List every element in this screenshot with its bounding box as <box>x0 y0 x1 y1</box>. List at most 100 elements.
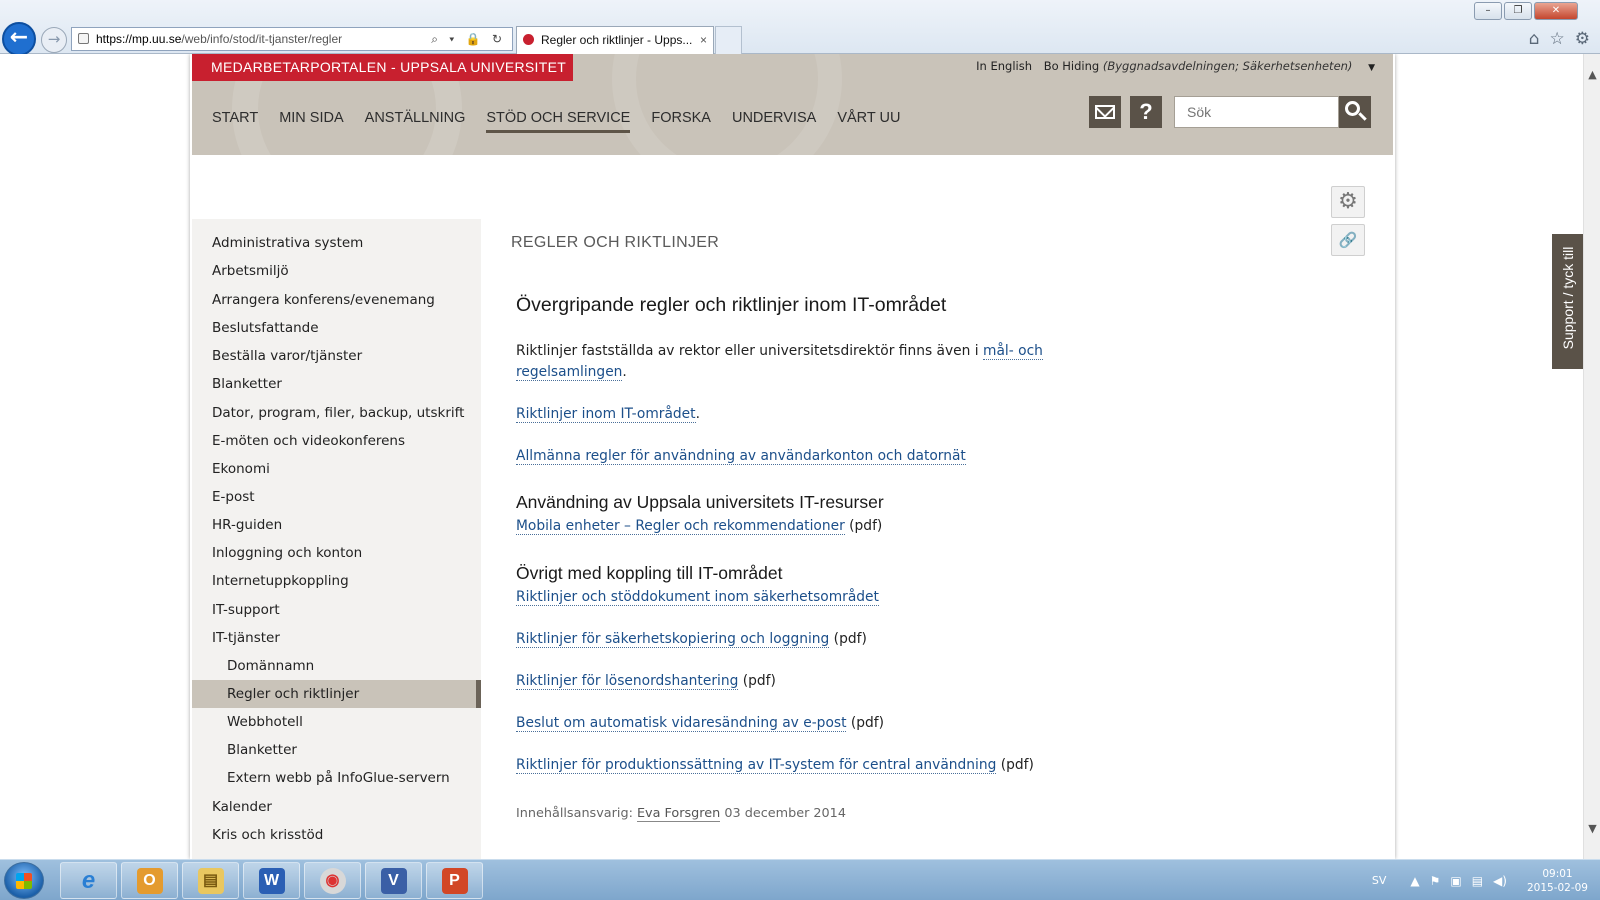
nav-vart-uu[interactable]: VÅRT UU <box>837 110 900 133</box>
device-icon[interactable]: ▣ <box>1450 874 1461 888</box>
sidebar-item-administrativa-system[interactable]: Administrativa system <box>192 229 481 257</box>
sidebar-item-kalender[interactable]: Kalender <box>192 793 481 821</box>
security-docs-link[interactable]: Riktlinjer och stöddokument inom säkerhe… <box>516 589 879 606</box>
sidebar-item-bestalla-varor[interactable]: Beställa varor/tjänster <box>192 342 481 370</box>
sidebar-item-ekonomi[interactable]: Ekonomi <box>192 455 481 483</box>
security-docs-paragraph: Riktlinjer och stöddokument inom säkerhe… <box>516 587 879 608</box>
sidebar-item-inloggning[interactable]: Inloggning och konton <box>192 539 481 567</box>
restore-button[interactable]: ❐ <box>1504 2 1532 20</box>
sidebar-item-e-post[interactable]: E-post <box>192 483 481 511</box>
password-handling-link[interactable]: Riktlinjer för lösenordshantering <box>516 673 739 690</box>
nav-min-sida[interactable]: MIN SIDA <box>279 110 343 133</box>
network-icon[interactable]: ▤ <box>1472 874 1483 888</box>
content-owner-link[interactable]: Eva Forsgren <box>636 806 721 822</box>
main-navigation: START MIN SIDA ANSTÄLLNING STÖD OCH SERV… <box>212 110 900 133</box>
scroll-down-icon[interactable]: ▼ <box>1584 820 1600 837</box>
sidebar-item-arbetsmiljo[interactable]: Arbetsmiljö <box>192 257 481 285</box>
help-icon[interactable]: ? <box>1130 96 1162 128</box>
sidebar-item-blanketter[interactable]: Blanketter <box>192 370 481 398</box>
taskbar-chrome[interactable]: ◉ <box>304 862 361 899</box>
sidebar-item-kris[interactable]: Kris och krisstöd <box>192 821 481 849</box>
url-path: /web/info/stod/it-tjanster/regler <box>181 32 343 46</box>
content-owner-label: Innehållsansvarig: <box>516 806 637 821</box>
sidebar-item-e-moten[interactable]: E-möten och videokonferens <box>192 427 481 455</box>
page-title: REGLER OCH RIKTLINJER <box>511 234 720 251</box>
taskbar-word[interactable]: W <box>243 862 300 899</box>
system-tray: SV ▲ ⚑ ▣ ▤ ◀) 09:01 2015-02-09 <box>1372 860 1600 900</box>
settings-gear-icon[interactable]: ⚙ <box>1331 186 1365 218</box>
language-link[interactable]: In English <box>976 59 1032 73</box>
mail-icon[interactable] <box>1089 96 1121 128</box>
taskbar-outlook[interactable]: O <box>121 862 178 899</box>
new-tab-button[interactable] <box>715 26 742 54</box>
browser-tab[interactable]: Regler och riktlinjer - Upps... × <box>516 26 714 54</box>
user-menu-caret-icon[interactable]: ▼ <box>1368 63 1375 73</box>
language-indicator[interactable]: SV <box>1372 874 1387 887</box>
start-button[interactable] <box>4 862 44 899</box>
settings-gear-icon[interactable]: ⚙ <box>1575 29 1590 49</box>
sidebar-item-hr-guiden[interactable]: HR-guiden <box>192 511 481 539</box>
search-input[interactable] <box>1174 96 1339 128</box>
home-icon[interactable]: ⌂ <box>1529 29 1540 49</box>
support-feedback-tab[interactable]: Support / tyck till <box>1552 234 1584 369</box>
volume-icon[interactable]: ◀) <box>1493 874 1507 888</box>
sidebar: Administrativa system Arbetsmiljö Arrang… <box>192 219 481 859</box>
close-window-button[interactable]: ✕ <box>1534 2 1578 20</box>
nav-stod-och-service[interactable]: STÖD OCH SERVICE <box>486 110 631 133</box>
sidebar-subitem-webbhotell[interactable]: Webbhotell <box>192 708 481 736</box>
nav-anstallning[interactable]: ANSTÄLLNING <box>365 110 466 133</box>
taskbar-powerpoint[interactable]: P <box>426 862 483 899</box>
seal-watermark <box>612 54 842 155</box>
mobile-devices-link[interactable]: Mobila enheter – Regler och rekommendati… <box>516 518 845 535</box>
action-center-flag-icon[interactable]: ⚑ <box>1430 874 1441 888</box>
support-tab-label: Support / tyck till <box>1560 246 1576 350</box>
user-name[interactable]: Bo Hiding <box>1044 59 1100 73</box>
sidebar-item-it-tjanster[interactable]: IT-tjänster <box>192 624 481 652</box>
forward-button[interactable]: → <box>41 27 67 53</box>
nav-forska[interactable]: FORSKA <box>651 110 711 133</box>
search-icon[interactable] <box>1339 96 1371 128</box>
sidebar-item-internetuppkoppling[interactable]: Internetuppkoppling <box>192 567 481 595</box>
minimize-button[interactable]: – <box>1474 2 1502 20</box>
sidebar-subitem-blanketter[interactable]: Blanketter <box>192 736 481 764</box>
it-guidelines-link[interactable]: Riktlinjer inom IT-området <box>516 406 696 423</box>
pdf-label: (pdf) <box>738 673 776 689</box>
pdf-label: (pdf) <box>846 715 885 731</box>
mal-och-regelsamlingen-link[interactable]: mål- och <box>983 343 1043 360</box>
favorites-star-icon[interactable]: ☆ <box>1550 29 1565 49</box>
sidebar-subitem-domannamn[interactable]: Domännamn <box>192 652 481 680</box>
email-forwarding-link[interactable]: Beslut om automatisk vidaresändning av e… <box>516 715 847 732</box>
show-hidden-icons-icon[interactable]: ▲ <box>1410 874 1419 888</box>
sidebar-subitem-extern-webb[interactable]: Extern webb på InfoGlue-servern <box>192 764 481 792</box>
mobile-paragraph: Mobila enheter – Regler och rekommendati… <box>516 516 882 537</box>
address-tools-icon[interactable]: ⌕ ▾ 🔒 ↻ <box>431 28 506 50</box>
browser-chrome: ← → https://mp.uu.se/web/info/stod/it-tj… <box>0 0 1600 56</box>
clock[interactable]: 09:01 2015-02-09 <box>1527 867 1588 895</box>
production-paragraph: Riktlinjer för produktionssättning av IT… <box>516 755 1034 776</box>
taskbar-internet-explorer[interactable]: e <box>60 862 117 899</box>
sidebar-subitem-regler-och-riktlinjer[interactable]: Regler och riktlinjer <box>192 680 481 708</box>
sidebar-item-beslutsfattande[interactable]: Beslutsfattande <box>192 314 481 342</box>
usage-heading: Användning av Uppsala universitets IT-re… <box>516 492 884 512</box>
link-chain-icon[interactable]: 🔗 <box>1331 224 1365 256</box>
backup-logging-link[interactable]: Riktlinjer för säkerhetskopiering och lo… <box>516 631 830 648</box>
general-rules-link[interactable]: Allmänna regler för användning av använd… <box>516 448 966 465</box>
sidebar-item-arrangera-konferens[interactable]: Arrangera konferens/evenemang <box>192 286 481 314</box>
taskbar-visio[interactable]: V <box>365 862 422 899</box>
nav-undervisa[interactable]: UNDERVISA <box>732 110 816 133</box>
address-bar[interactable]: https://mp.uu.se/web/info/stod/it-tjanst… <box>71 27 513 51</box>
close-tab-icon[interactable]: × <box>700 27 707 53</box>
sidebar-item-it-support[interactable]: IT-support <box>192 596 481 624</box>
regelsamlingen-link[interactable]: regelsamlingen <box>516 364 623 381</box>
period-text: . <box>622 364 627 380</box>
nav-start[interactable]: START <box>212 110 258 133</box>
backup-paragraph: Riktlinjer för säkerhetskopiering och lo… <box>516 629 867 650</box>
production-deployment-link[interactable]: Riktlinjer för produktionssättning av IT… <box>516 757 997 774</box>
taskbar-file-explorer[interactable]: ▤ <box>182 862 239 899</box>
sidebar-item-dator-program[interactable]: Dator, program, filer, backup, utskrift <box>192 399 481 427</box>
portal-title[interactable]: MEDARBETARPORTALEN - UPPSALA UNIVERSITET <box>192 54 573 81</box>
back-button[interactable]: ← <box>2 22 36 56</box>
scroll-up-icon[interactable]: ▲ <box>1584 66 1600 83</box>
pdf-label: (pdf) <box>829 631 867 647</box>
vertical-scrollbar[interactable]: ▲ ▼ <box>1583 54 1600 859</box>
